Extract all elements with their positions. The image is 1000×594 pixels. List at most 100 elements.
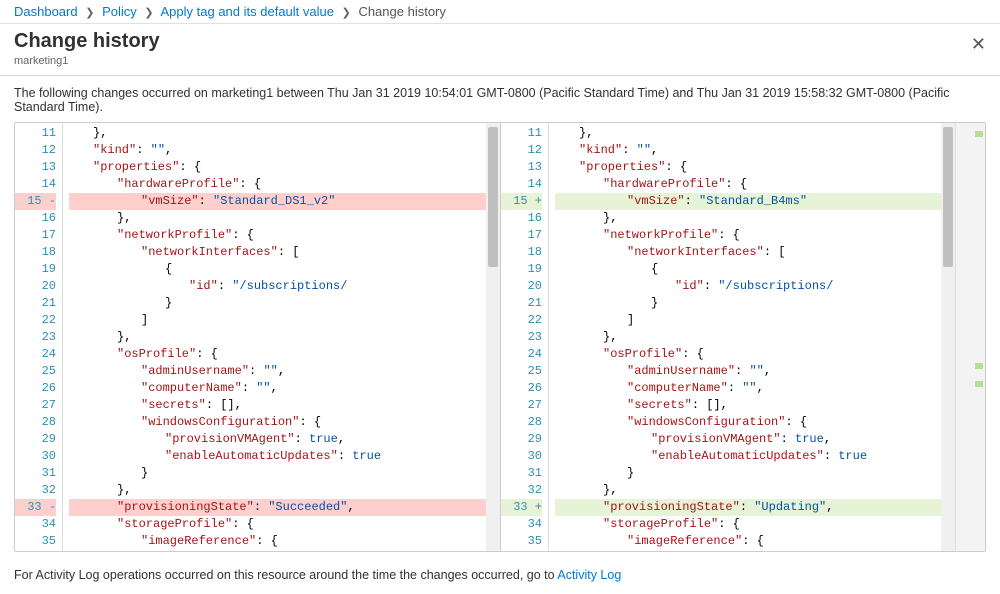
overview-marker[interactable] [975, 363, 983, 369]
line-number: 14 [15, 176, 56, 193]
code-line[interactable]: } [69, 465, 486, 482]
code-line[interactable]: }, [69, 482, 486, 499]
code-line[interactable]: ] [69, 312, 486, 329]
scrollbar-thumb[interactable] [943, 127, 953, 267]
code-line[interactable]: "adminUsername": "", [555, 363, 941, 380]
code-line[interactable]: } [69, 295, 486, 312]
code-line[interactable]: }, [555, 482, 941, 499]
code-line[interactable]: "provisioningState": "Updating", [555, 499, 941, 516]
chevron-right-icon: ❯ [81, 7, 98, 19]
code-line[interactable]: { [69, 261, 486, 278]
page-title: Change history [14, 30, 986, 53]
breadcrumb-policy[interactable]: Policy [102, 4, 137, 19]
line-number: 11 [15, 125, 56, 142]
code-line[interactable]: "adminUsername": "", [69, 363, 486, 380]
close-button[interactable]: ✕ [971, 34, 986, 55]
code-line[interactable]: }, [555, 329, 941, 346]
code-line[interactable]: "id": "/subscriptions/ [555, 278, 941, 295]
line-number: 20 [501, 278, 542, 295]
line-number: 19 [501, 261, 542, 278]
code-line[interactable]: "enableAutomaticUpdates": true [555, 448, 941, 465]
code-line[interactable]: "publisher": "MicrosoftWindowsServer", [69, 550, 486, 551]
code-line[interactable]: }, [69, 125, 486, 142]
line-number: 16 [15, 210, 56, 227]
code-line[interactable]: "provisionVMAgent": true, [555, 431, 941, 448]
line-number: 18 [15, 244, 56, 261]
code-line[interactable]: } [555, 465, 941, 482]
line-number: 29 [15, 431, 56, 448]
code-line[interactable]: "secrets": [], [69, 397, 486, 414]
line-number: 33 - [15, 499, 56, 516]
code-line[interactable]: "hardwareProfile": { [69, 176, 486, 193]
code-line[interactable]: "kind": "", [69, 142, 486, 159]
line-number: 11 [501, 125, 542, 142]
line-number: 27 [15, 397, 56, 414]
code-line[interactable]: "hardwareProfile": { [555, 176, 941, 193]
code-line[interactable]: "storageProfile": { [69, 516, 486, 533]
line-number: 15 - [15, 193, 56, 210]
diff-right-pane: 1112131415 +1617181920212223242526272829… [500, 123, 985, 551]
code-line[interactable]: } [555, 295, 941, 312]
line-number: 13 [501, 159, 542, 176]
code-line[interactable]: "id": "/subscriptions/ [69, 278, 486, 295]
breadcrumb-apply-tag[interactable]: Apply tag and its default value [161, 4, 334, 19]
line-number: 12 [501, 142, 542, 159]
breadcrumb-dashboard[interactable]: Dashboard [14, 4, 78, 19]
line-number: 23 [15, 329, 56, 346]
line-number: 21 [501, 295, 542, 312]
code-line[interactable]: "storageProfile": { [555, 516, 941, 533]
code-line[interactable]: }, [69, 210, 486, 227]
overview-marker[interactable] [975, 131, 983, 137]
activity-log-link[interactable]: Activity Log [557, 568, 621, 582]
code-line[interactable]: ] [555, 312, 941, 329]
code-line[interactable]: "publisher": "MicrosoftWindowsServer", [555, 550, 941, 551]
code-line[interactable]: "properties": { [555, 159, 941, 176]
diff-right-code[interactable]: },"kind": "","properties": {"hardwarePro… [549, 123, 941, 551]
code-line[interactable]: "secrets": [], [555, 397, 941, 414]
line-number: 28 [501, 414, 542, 431]
code-line[interactable]: "windowsConfiguration": { [69, 414, 486, 431]
line-number: 19 [15, 261, 56, 278]
code-line[interactable]: "vmSize": "Standard_DS1_v2" [69, 193, 486, 210]
code-line[interactable]: "windowsConfiguration": { [555, 414, 941, 431]
close-icon: ✕ [971, 34, 986, 54]
diff-left-pane: 1112131415 -1617181920212223242526272829… [15, 123, 500, 551]
code-line[interactable]: "networkInterfaces": [ [555, 244, 941, 261]
code-line[interactable]: }, [69, 329, 486, 346]
code-line[interactable]: "enableAutomaticUpdates": true [69, 448, 486, 465]
diff-left-scrollbar[interactable] [486, 123, 500, 551]
line-number: 30 [501, 448, 542, 465]
code-line[interactable]: "vmSize": "Standard_B4ms" [555, 193, 941, 210]
code-line[interactable]: "computerName": "", [69, 380, 486, 397]
code-line[interactable]: "imageReference": { [69, 533, 486, 550]
code-line[interactable]: }, [555, 125, 941, 142]
code-line[interactable]: "computerName": "", [555, 380, 941, 397]
line-number: 34 [501, 516, 542, 533]
overview-marker[interactable] [975, 381, 983, 387]
line-number: 17 [15, 227, 56, 244]
code-line[interactable]: "osProfile": { [555, 346, 941, 363]
code-line[interactable]: "properties": { [69, 159, 486, 176]
line-number: 36 [15, 550, 56, 551]
code-line[interactable]: "osProfile": { [69, 346, 486, 363]
line-number: 24 [15, 346, 56, 363]
code-line[interactable]: "provisionVMAgent": true, [69, 431, 486, 448]
diff-right-scrollbar[interactable] [941, 123, 955, 551]
diff-overview-ruler[interactable] [955, 123, 985, 551]
code-line[interactable]: "networkProfile": { [555, 227, 941, 244]
code-line[interactable]: "networkInterfaces": [ [69, 244, 486, 261]
code-line[interactable]: "provisioningState": "Succeeded", [69, 499, 486, 516]
diff-left-code[interactable]: },"kind": "","properties": {"hardwarePro… [63, 123, 486, 551]
line-number: 35 [501, 533, 542, 550]
code-line[interactable]: "kind": "", [555, 142, 941, 159]
code-line[interactable]: "imageReference": { [555, 533, 941, 550]
line-number: 22 [501, 312, 542, 329]
footer-prefix: For Activity Log operations occurred on … [14, 568, 557, 582]
line-number: 30 [15, 448, 56, 465]
line-number: 32 [15, 482, 56, 499]
scrollbar-thumb[interactable] [488, 127, 498, 267]
code-line[interactable]: }, [555, 210, 941, 227]
code-line[interactable]: { [555, 261, 941, 278]
line-number: 33 + [501, 499, 542, 516]
code-line[interactable]: "networkProfile": { [69, 227, 486, 244]
